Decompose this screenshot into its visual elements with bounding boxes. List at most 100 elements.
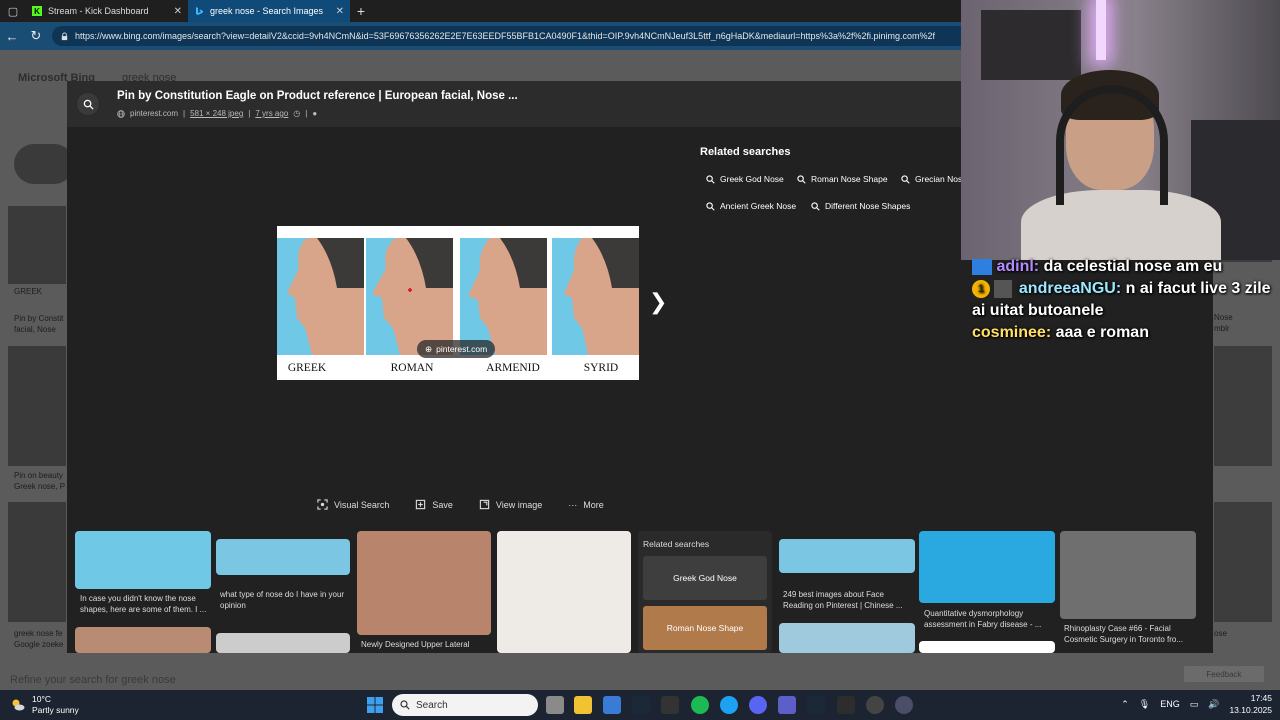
face-profile-image <box>366 238 453 355</box>
background-caption: ose <box>1214 629 1227 638</box>
taskbar-search[interactable]: Search <box>392 694 538 716</box>
store-icon[interactable] <box>603 696 621 714</box>
epic-games-icon[interactable] <box>661 696 679 714</box>
url-field[interactable]: https://www.bing.com/images/search?view=… <box>52 26 972 46</box>
related-card-item[interactable]: Roman Nose Shape <box>643 606 767 650</box>
clock-time: 17:45 <box>1250 693 1272 703</box>
related-image-thumbnail[interactable] <box>75 627 211 653</box>
related-card-item[interactable]: Greek God Nose <box>643 556 767 600</box>
webcam-overlay <box>961 0 1280 260</box>
tab-kick-dashboard[interactable]: K Stream - Kick Dashboard ✕ <box>26 0 188 22</box>
app-icon[interactable] <box>866 696 884 714</box>
related-search-label: Roman Nose Shape <box>811 174 888 184</box>
back-button[interactable]: ← <box>0 22 24 50</box>
image-title[interactable]: Pin by Constitution Eagle on Product ref… <box>117 90 518 102</box>
chat-text: da celestial nose am eu <box>1043 258 1223 275</box>
action-label: View image <box>495 499 543 510</box>
related-searches-card: Related searches Greek God Nose Roman No… <box>638 531 772 653</box>
background-thumbnail <box>8 346 66 466</box>
background-thumbnail <box>8 502 66 622</box>
chat-username: andreeaNGU: <box>1018 280 1122 297</box>
background-caption: greek nose fe Google zoeke <box>14 629 64 649</box>
search-icon <box>706 201 715 211</box>
related-image-thumbnail[interactable] <box>75 531 211 589</box>
feedback-button[interactable]: Feedback <box>1184 666 1264 682</box>
chat-text: aaa e roman <box>1055 324 1149 341</box>
edge-icon[interactable] <box>720 696 738 714</box>
related-search-chip[interactable]: Different Nose Shapes <box>805 196 916 216</box>
language-indicator[interactable]: ENG <box>1160 699 1180 709</box>
related-image-thumbnail[interactable] <box>497 531 631 653</box>
related-search-chip[interactable]: Ancient Greek Nose <box>700 196 802 216</box>
system-tray: ⌃ 🎙 ENG ▭ 🔊 17:45 13.10.2025 <box>1121 692 1272 716</box>
related-image-thumbnail[interactable] <box>919 641 1055 653</box>
windows-start-icon[interactable] <box>366 696 384 714</box>
source-link[interactable]: pinterest.com <box>130 109 178 118</box>
spotify-icon[interactable] <box>691 696 709 714</box>
related-image-thumbnail[interactable] <box>779 623 915 653</box>
speaker-icon[interactable]: 🔊 <box>1208 699 1219 710</box>
main-image[interactable]: GREEK ROMAN ARMENID SYRID ⊕ pinterest.co… <box>277 226 639 380</box>
tab-greek-nose-search[interactable]: greek nose - Search Images ✕ <box>188 0 350 22</box>
search-icon <box>83 99 94 110</box>
face-profile-image <box>460 238 547 355</box>
age-link[interactable]: 7 yrs ago <box>255 109 288 118</box>
next-image-button[interactable]: ❯ <box>649 289 667 315</box>
teams-icon[interactable] <box>778 696 796 714</box>
steam-icon[interactable] <box>807 696 825 714</box>
display-icon[interactable]: ▭ <box>1190 699 1199 710</box>
bing-icon <box>196 7 203 15</box>
visual-search-button[interactable] <box>77 93 99 115</box>
related-search-label: Different Nose Shapes <box>825 201 911 211</box>
related-image-thumbnail[interactable] <box>216 633 350 653</box>
tab-title: Stream - Kick Dashboard <box>48 6 149 16</box>
window-menu-button[interactable]: ▢ <box>0 0 26 22</box>
background-thumbnail <box>1214 346 1272 466</box>
search-icon <box>811 201 820 211</box>
globe-icon <box>117 109 125 118</box>
new-tab-button[interactable]: + <box>350 0 372 22</box>
refresh-button[interactable]: ↻ <box>24 22 48 50</box>
related-search-chip[interactable]: Greek God Nose <box>700 169 790 189</box>
search-icon <box>400 700 410 710</box>
clock[interactable]: 17:45 13.10.2025 <box>1229 692 1272 716</box>
thumbnail-caption: In case you didn't know the nose shapes,… <box>80 594 207 614</box>
obs-icon[interactable] <box>895 696 913 714</box>
microphone-icon[interactable]: 🎙 <box>1139 699 1150 710</box>
terminal-icon[interactable] <box>837 696 855 714</box>
related-image-thumbnail[interactable] <box>779 539 915 573</box>
visual-search-action[interactable]: Visual Search <box>317 499 389 510</box>
background-thumbnail <box>1214 502 1272 622</box>
chat-username: adinl: <box>996 258 1040 275</box>
kick-icon: K <box>32 6 42 16</box>
search-icon <box>706 174 715 184</box>
partly-sunny-icon <box>12 699 25 711</box>
view-image-icon <box>479 499 490 510</box>
close-icon[interactable]: ✕ <box>174 6 182 17</box>
refine-search-text: Refine your search for greek nose <box>10 674 176 686</box>
discord-icon[interactable] <box>749 696 767 714</box>
close-icon[interactable]: ✕ <box>336 6 344 17</box>
task-view-icon[interactable] <box>546 696 564 714</box>
separator: | <box>248 109 251 118</box>
related-image-thumbnail[interactable] <box>357 531 491 635</box>
chevron-up-icon[interactable]: ⌃ <box>1121 699 1129 710</box>
steam-icon[interactable] <box>632 696 650 714</box>
weather-widget[interactable]: 10°C Partly sunny <box>10 694 79 716</box>
related-search-label: Greek God Nose <box>720 174 784 184</box>
view-image-action[interactable]: View image <box>479 499 542 510</box>
image-source-chip[interactable]: ⊕ pinterest.com <box>417 340 496 358</box>
related-image-thumbnail[interactable] <box>919 531 1055 603</box>
save-action[interactable]: Save <box>415 499 453 510</box>
related-image-thumbnail[interactable] <box>216 539 350 575</box>
related-search-chip[interactable]: Roman Nose Shape <box>791 169 894 189</box>
related-image-thumbnail[interactable] <box>1060 531 1196 619</box>
globe-icon: ⊕ <box>425 343 433 354</box>
clock-date: 13.10.2025 <box>1229 705 1272 715</box>
info-icon[interactable]: ● <box>312 109 317 118</box>
face-profile-image <box>552 238 639 355</box>
more-action[interactable]: ··· More <box>568 499 604 510</box>
action-label: More <box>583 499 604 510</box>
dimensions-link[interactable]: 581 × 248 jpeg <box>190 109 243 118</box>
file-explorer-icon[interactable] <box>574 696 592 714</box>
